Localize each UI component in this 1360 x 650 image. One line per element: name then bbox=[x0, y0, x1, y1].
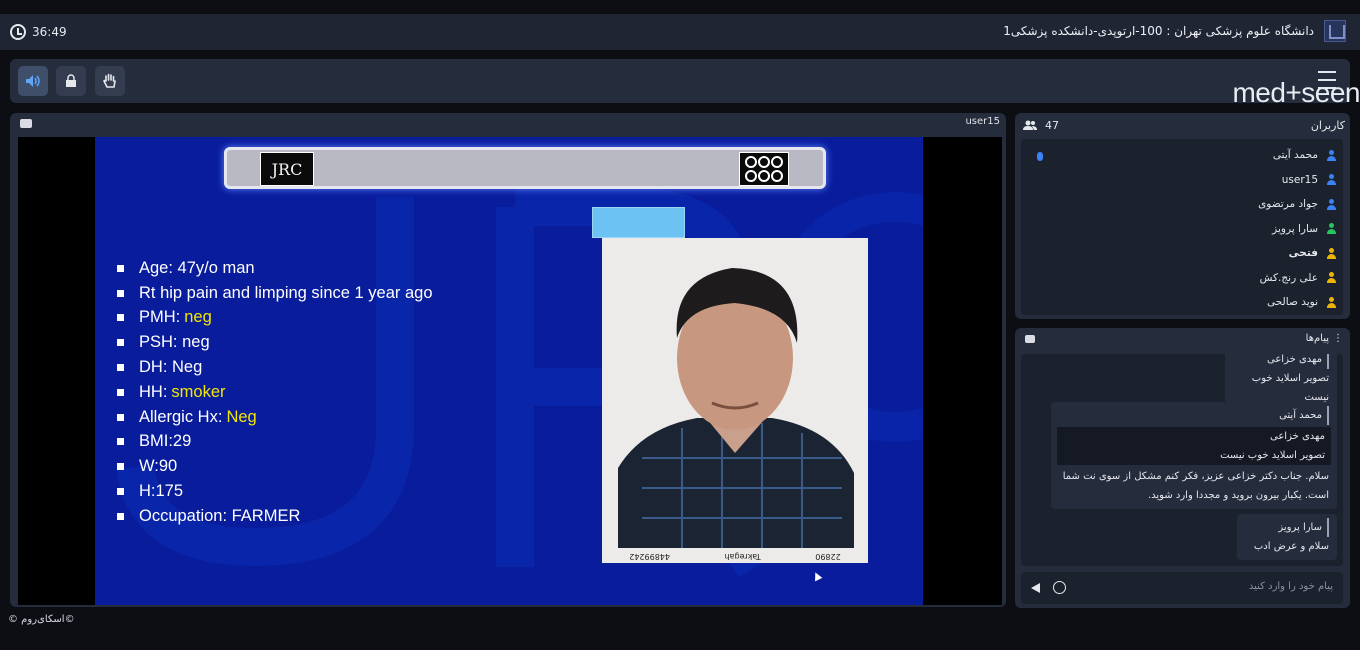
user-icon bbox=[1326, 223, 1337, 235]
patient-portrait-graphic bbox=[602, 238, 868, 563]
chat-title: پیام‌ها bbox=[1305, 333, 1329, 344]
chat-input-bar: پیام خود را وارد کنید bbox=[1021, 572, 1343, 604]
user-name: محمد آیتی bbox=[1272, 149, 1318, 162]
user-name: نوید صالحی bbox=[1267, 296, 1318, 309]
university-logo-icon bbox=[1324, 20, 1346, 42]
top-bar: 36:49 دانشگاه علوم پزشکی تهران : 100-ارت… bbox=[0, 14, 1360, 50]
raise-hand-button[interactable] bbox=[95, 66, 125, 96]
medseen-logo: med+seen bbox=[1232, 77, 1360, 108]
user-name: فتحی bbox=[1288, 247, 1318, 260]
user-icon bbox=[1326, 149, 1337, 161]
chat-input[interactable]: پیام خود را وارد کنید bbox=[1249, 581, 1333, 592]
user-icon bbox=[1326, 198, 1337, 210]
user-icon bbox=[1326, 174, 1337, 186]
send-icon[interactable] bbox=[1031, 583, 1040, 593]
user-list: محمد آیتی user15 جواد مرتضوی سارا پرویز فتحی… bbox=[1021, 139, 1343, 315]
chat-message: سارا پرویز سلام و عرض ادب bbox=[1237, 514, 1337, 560]
speaker-button[interactable] bbox=[18, 66, 48, 96]
bullet-item: Allergic Hx: Neg bbox=[117, 405, 433, 430]
skyroom-credit: ©اسکای‌روم © bbox=[8, 614, 75, 625]
user-list-item[interactable]: فتحی bbox=[1289, 241, 1337, 266]
slide-banner: JRC bbox=[224, 147, 826, 189]
presenter-name: user15 bbox=[965, 116, 1000, 127]
user-list-item[interactable]: user15 bbox=[1282, 168, 1337, 193]
users-title: کاربران bbox=[1310, 118, 1345, 132]
patient-photo: 22890 Takregah 44899242 bbox=[602, 238, 868, 563]
users-header: 47 کاربران bbox=[1023, 116, 1345, 134]
lock-button[interactable] bbox=[56, 66, 86, 96]
face-redaction-box bbox=[592, 207, 685, 238]
user-list-item[interactable]: نوید صالحی bbox=[1267, 290, 1337, 315]
chat-header: پیام‌ها ⋮ bbox=[1023, 333, 1345, 349]
user-count: 47 bbox=[1045, 118, 1059, 132]
bullet-item: DH: Neg bbox=[117, 355, 433, 380]
menu-icon bbox=[1318, 71, 1336, 73]
user-icon bbox=[1326, 272, 1337, 284]
emoji-icon[interactable] bbox=[1053, 581, 1066, 594]
user-name: علی رنج.کش bbox=[1259, 271, 1318, 284]
history-bullets: Age: 47y/o man Rt hip pain and limping s… bbox=[117, 256, 433, 529]
bullet-item: PMH: neg bbox=[117, 306, 433, 331]
user-name: سارا پرویز bbox=[1272, 222, 1318, 235]
more-options-icon[interactable]: ⋮ bbox=[1333, 333, 1343, 344]
session-timer: 36:49 bbox=[10, 24, 67, 40]
user-icon bbox=[1326, 296, 1337, 308]
chat-message: محمد آیتی مهدی خزاعی تصویر اسلاید خوب نی… bbox=[1051, 402, 1337, 509]
lock-icon bbox=[66, 74, 76, 87]
user-list-item[interactable]: محمد آیتی bbox=[1273, 143, 1337, 168]
user-list-item[interactable]: سارا پرویز bbox=[1272, 217, 1337, 242]
user-icon bbox=[1326, 247, 1337, 259]
user-name: جواد مرتضوی bbox=[1258, 198, 1318, 211]
jrc-logo: JRC bbox=[260, 152, 314, 186]
user-name: user15 bbox=[1281, 173, 1318, 186]
users-panel: 47 کاربران محمد آیتی user15 جواد مرتضوی سار… bbox=[1015, 113, 1350, 319]
user-list-item[interactable]: علی رنج.کش bbox=[1260, 266, 1337, 291]
chat-icon bbox=[1025, 335, 1035, 343]
bullet-item: W:90 bbox=[117, 454, 433, 479]
institute-logo-icon bbox=[739, 152, 789, 186]
bullet-item: HH: smoker bbox=[117, 380, 433, 405]
toolbar bbox=[10, 59, 1350, 103]
microphone-icon bbox=[1037, 152, 1043, 161]
bullet-item: Occupation: FARMER bbox=[117, 504, 433, 529]
quoted-message: مهدی خزاعی تصویر اسلاید خوب نیست bbox=[1057, 427, 1331, 465]
bullet-item: Rt hip pain and limping since 1 year ago bbox=[117, 281, 433, 306]
chat-messages[interactable]: مهدی خزاعی تصویر اسلاید خوب نیست محمد آی… bbox=[1021, 354, 1343, 566]
clock-icon bbox=[10, 24, 26, 40]
presentation-stage: JRC Age: 47y/o man Rt hip pain and limpi… bbox=[18, 137, 1002, 605]
chat-panel: پیام‌ها ⋮ مهدی خزاعی تصویر اسلاید خوب نی… bbox=[1015, 328, 1350, 608]
bullet-item: BMI:29 bbox=[117, 430, 433, 455]
bullet-item: PSH: neg bbox=[117, 330, 433, 355]
speaker-icon bbox=[26, 75, 40, 87]
room-title: دانشگاه علوم پزشکی تهران : 100-ارتوپدی-د… bbox=[1003, 24, 1314, 38]
bullet-item: H:175 bbox=[117, 479, 433, 504]
timer-text: 36:49 bbox=[32, 25, 67, 39]
users-icon bbox=[1023, 120, 1037, 130]
user-list-item[interactable]: جواد مرتضوی bbox=[1258, 192, 1337, 217]
photo-codes: 22890 Takregah 44899242 bbox=[629, 552, 841, 561]
video-panel: user15 JRC Age: 47y/o man Rt hip pain an… bbox=[10, 113, 1006, 607]
bullet-item: Age: 47y/o man bbox=[117, 256, 433, 281]
hand-icon bbox=[103, 73, 116, 88]
slide: JRC Age: 47y/o man Rt hip pain and limpi… bbox=[95, 137, 923, 605]
screen-share-icon bbox=[20, 119, 32, 128]
